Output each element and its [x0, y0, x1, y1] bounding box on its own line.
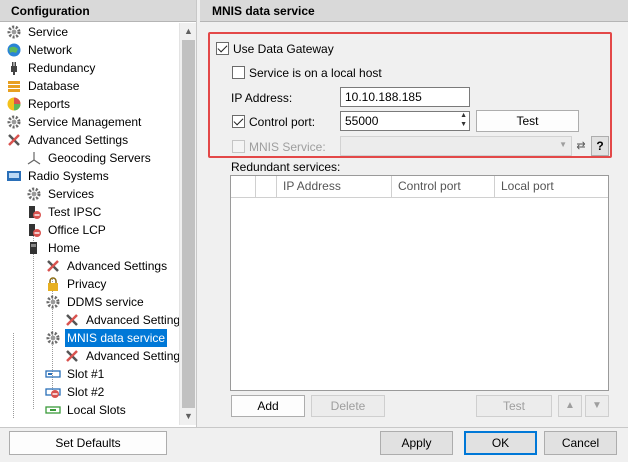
use-data-gateway-label: Use Data Gateway: [233, 42, 334, 56]
radio-error-icon: [26, 204, 42, 220]
radio-systems-icon: [6, 168, 22, 184]
tools-icon: [64, 312, 80, 328]
use-data-gateway-checkbox[interactable]: [216, 42, 229, 55]
scrollbar-thumb[interactable]: [182, 40, 195, 408]
chevron-down-icon: ▼: [559, 140, 567, 149]
tree-item-label: Database: [28, 79, 80, 93]
control-port-input[interactable]: 55000 ▲ ▼: [340, 111, 470, 131]
control-port-checkbox[interactable]: [232, 115, 245, 128]
tree-item-label: Test IPSC: [48, 205, 102, 219]
tree-item-label: Advanced Settings: [28, 133, 129, 147]
tree-item-label: Advanced Settings: [86, 313, 179, 327]
tree-item-label: Redundancy: [28, 61, 96, 75]
refresh-icon[interactable]: ⇄: [573, 136, 589, 156]
slot-icon: [45, 366, 61, 382]
grid-select-column: [231, 176, 256, 198]
set-defaults-button[interactable]: Set Defaults: [9, 431, 167, 455]
tree-scrollbar[interactable]: ▲ ▼: [179, 23, 196, 425]
tree-item-label: Home: [48, 241, 81, 255]
tree-item-label: Services: [48, 187, 95, 201]
gear-icon: [45, 294, 61, 310]
mnis-service-label: MNIS Service:: [249, 140, 326, 154]
radio-icon: [26, 240, 42, 256]
move-up-button[interactable]: ▲: [558, 395, 582, 417]
configuration-tree[interactable]: Service Network Redundancy Database Reports S…: [0, 23, 179, 425]
tree-item-label: Network: [28, 43, 73, 57]
delete-button[interactable]: Delete: [311, 395, 385, 417]
database-icon: [6, 78, 22, 94]
lock-icon: [45, 276, 61, 292]
tools-icon: [64, 348, 80, 364]
control-port-label: Control port:: [249, 115, 316, 129]
tree-item-label: Slot #1: [67, 367, 105, 381]
tree-item-label: Advanced Settings: [67, 259, 168, 273]
control-port-value: 55000: [345, 114, 379, 128]
tree-item-label: DDMS service: [67, 295, 144, 309]
gear-icon: [6, 24, 22, 40]
local-host-label: Service is on a local host: [249, 66, 382, 80]
local-host-checkbox[interactable]: [232, 66, 245, 79]
grid-header-local-port[interactable]: Local port: [495, 176, 608, 198]
port-spinner-icon[interactable]: ▲ ▼: [460, 111, 467, 129]
tree-item-label: Geocoding Servers: [48, 151, 151, 165]
settings-title: MNIS data service: [200, 0, 628, 22]
tree-item-label: Service Management: [28, 115, 142, 129]
apply-button[interactable]: Apply: [380, 431, 453, 455]
tree-guide-line: [13, 333, 14, 418]
grid-test-button[interactable]: Test: [476, 395, 552, 417]
tools-icon: [6, 132, 22, 148]
geocoding-icon: [26, 150, 42, 166]
radio-error-icon: [26, 222, 42, 238]
tree-item-label: Service: [28, 25, 69, 39]
gear-icon: [6, 114, 22, 130]
network-globe-icon: [6, 42, 22, 58]
scroll-up-icon[interactable]: ▲: [180, 23, 197, 40]
plug-icon: [6, 60, 22, 76]
grid-indicator-column: [256, 176, 277, 198]
tree-item-label: Privacy: [67, 277, 107, 291]
ip-address-input[interactable]: 10.10.188.185: [340, 87, 470, 107]
ip-address-label: IP Address:: [231, 91, 293, 105]
test-button[interactable]: Test: [476, 110, 579, 132]
gear-icon: [45, 330, 61, 346]
help-button[interactable]: ?: [591, 136, 609, 156]
slot-error-icon: [45, 384, 61, 400]
tree-item-label: Local Slots: [67, 403, 126, 417]
redundant-services-grid[interactable]: IP Address Control port Local port: [230, 175, 609, 391]
tools-icon: [45, 258, 61, 274]
tree-item-label: MNIS data service: [65, 329, 168, 347]
tree-item-label: Reports: [28, 97, 71, 111]
tree-item-label: Radio Systems: [28, 169, 109, 183]
mnis-service-select[interactable]: ▼: [340, 136, 572, 156]
tree-item-label: Office LCP: [48, 223, 106, 237]
reports-icon: [6, 96, 22, 112]
ok-button[interactable]: OK: [464, 431, 537, 455]
scroll-down-icon[interactable]: ▼: [180, 408, 197, 425]
grid-header-control-port[interactable]: Control port: [392, 176, 495, 198]
move-down-button[interactable]: ▼: [585, 395, 609, 417]
mnis-service-checkbox[interactable]: [232, 140, 245, 153]
grid-header-ip-address[interactable]: IP Address: [277, 176, 392, 198]
tree-item-label: Slot #2: [67, 385, 105, 399]
cancel-button[interactable]: Cancel: [544, 431, 617, 455]
local-slots-icon: [45, 402, 61, 418]
redundant-services-label: Redundant services:: [231, 160, 341, 174]
gear-icon: [26, 186, 42, 202]
configuration-title: Configuration: [0, 0, 196, 22]
tree-item-label: Advanced Settings: [86, 349, 179, 363]
add-button[interactable]: Add: [231, 395, 305, 417]
